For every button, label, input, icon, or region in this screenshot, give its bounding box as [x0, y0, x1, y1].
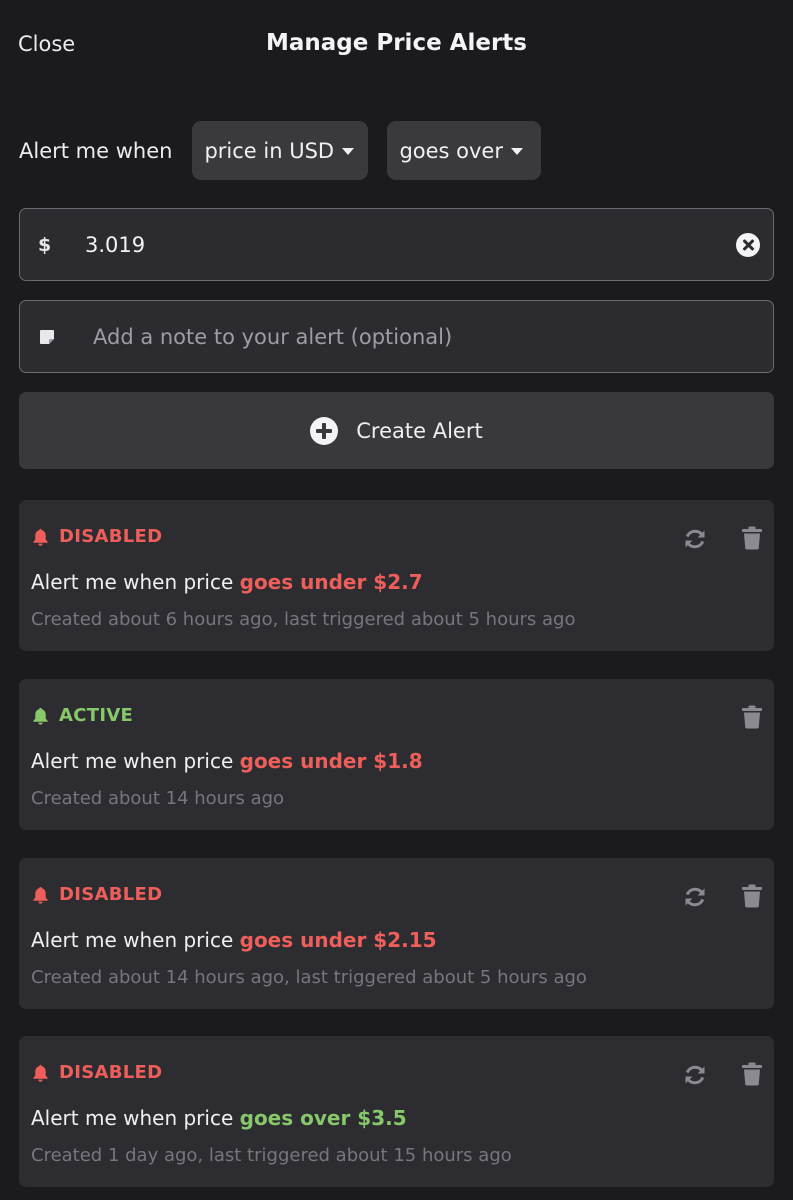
create-alert-button[interactable]: Create Alert	[19, 392, 774, 469]
refresh-icon[interactable]	[683, 527, 707, 551]
alert-condition: goes under $2.15	[239, 928, 437, 952]
clear-icon[interactable]	[736, 232, 760, 257]
bell-icon	[33, 707, 48, 725]
status-badge: ACTIVE	[31, 705, 133, 726]
alert-prefix: Alert me when price	[31, 570, 234, 594]
header: Close Manage Price Alerts	[0, 0, 793, 92]
alert-meta: Created about 6 hours ago, last triggere…	[31, 609, 576, 630]
alert-description: Alert me when price goes under $2.7	[31, 570, 423, 594]
alert-prefix: Alert me when price	[31, 1106, 234, 1130]
trash-icon[interactable]	[742, 705, 762, 729]
refresh-icon[interactable]	[683, 1063, 707, 1087]
price-input-value[interactable]: 3.019	[85, 233, 736, 257]
alert-description: Alert me when price goes under $1.8	[31, 749, 423, 773]
status-badge: DISABLED	[31, 884, 162, 905]
status-label: ACTIVE	[59, 705, 134, 726]
caret-down-icon	[510, 148, 523, 155]
status-label: DISABLED	[59, 884, 163, 905]
note-placeholder: Add a note to your alert (optional)	[93, 324, 453, 349]
sticky-note-icon	[40, 329, 54, 344]
direction-select[interactable]: goes over	[387, 121, 542, 180]
bell-icon	[33, 886, 48, 904]
alert-condition: goes under $2.7	[239, 570, 423, 594]
status-badge: DISABLED	[31, 526, 162, 547]
dollar-icon: $	[38, 233, 52, 256]
alert-prefix: Alert me when price	[31, 749, 234, 773]
alert-card: DISABLED Alert me when price goes under …	[19, 858, 774, 1009]
direction-select-value: goes over	[399, 138, 503, 163]
condition-label: Alert me when	[19, 138, 173, 163]
alert-card: DISABLED Alert me when price goes over $…	[19, 1036, 774, 1187]
alert-description: Alert me when price goes under $2.15	[31, 928, 437, 952]
create-alert-label: Create Alert	[356, 418, 483, 443]
alert-meta: Created about 14 hours ago	[31, 788, 285, 809]
status-label: DISABLED	[59, 526, 163, 547]
plus-circle-icon	[310, 416, 339, 445]
status-badge: DISABLED	[31, 1062, 162, 1083]
condition-row: Alert me when price in USD goes over	[19, 121, 542, 180]
alert-description: Alert me when price goes over $3.5	[31, 1106, 407, 1130]
metric-select-value: price in USD	[204, 138, 335, 163]
trash-icon[interactable]	[742, 1062, 762, 1086]
alert-condition: goes over $3.5	[239, 1106, 407, 1130]
price-alerts-sheet: Close Manage Price Alerts Alert me when …	[0, 0, 793, 1200]
page-title: Manage Price Alerts	[265, 30, 527, 56]
note-input[interactable]: Add a note to your alert (optional)	[19, 300, 774, 373]
bell-icon	[33, 528, 48, 546]
alert-card: ACTIVE Alert me when price goes under $1…	[19, 679, 774, 830]
price-input[interactable]: $ 3.019	[19, 208, 774, 281]
alert-card: DISABLED Alert me when price goes under …	[19, 500, 774, 651]
alert-condition: goes under $1.8	[239, 749, 423, 773]
trash-icon[interactable]	[742, 884, 762, 908]
alert-meta: Created 1 day ago, last triggered about …	[31, 1145, 512, 1166]
trash-icon[interactable]	[742, 526, 762, 550]
refresh-icon[interactable]	[683, 885, 707, 909]
alert-prefix: Alert me when price	[31, 928, 234, 952]
metric-select[interactable]: price in USD	[192, 121, 369, 180]
bell-icon	[33, 1064, 48, 1082]
status-label: DISABLED	[59, 1062, 163, 1083]
alert-meta: Created about 14 hours ago, last trigger…	[31, 967, 587, 988]
caret-down-icon	[342, 148, 355, 155]
